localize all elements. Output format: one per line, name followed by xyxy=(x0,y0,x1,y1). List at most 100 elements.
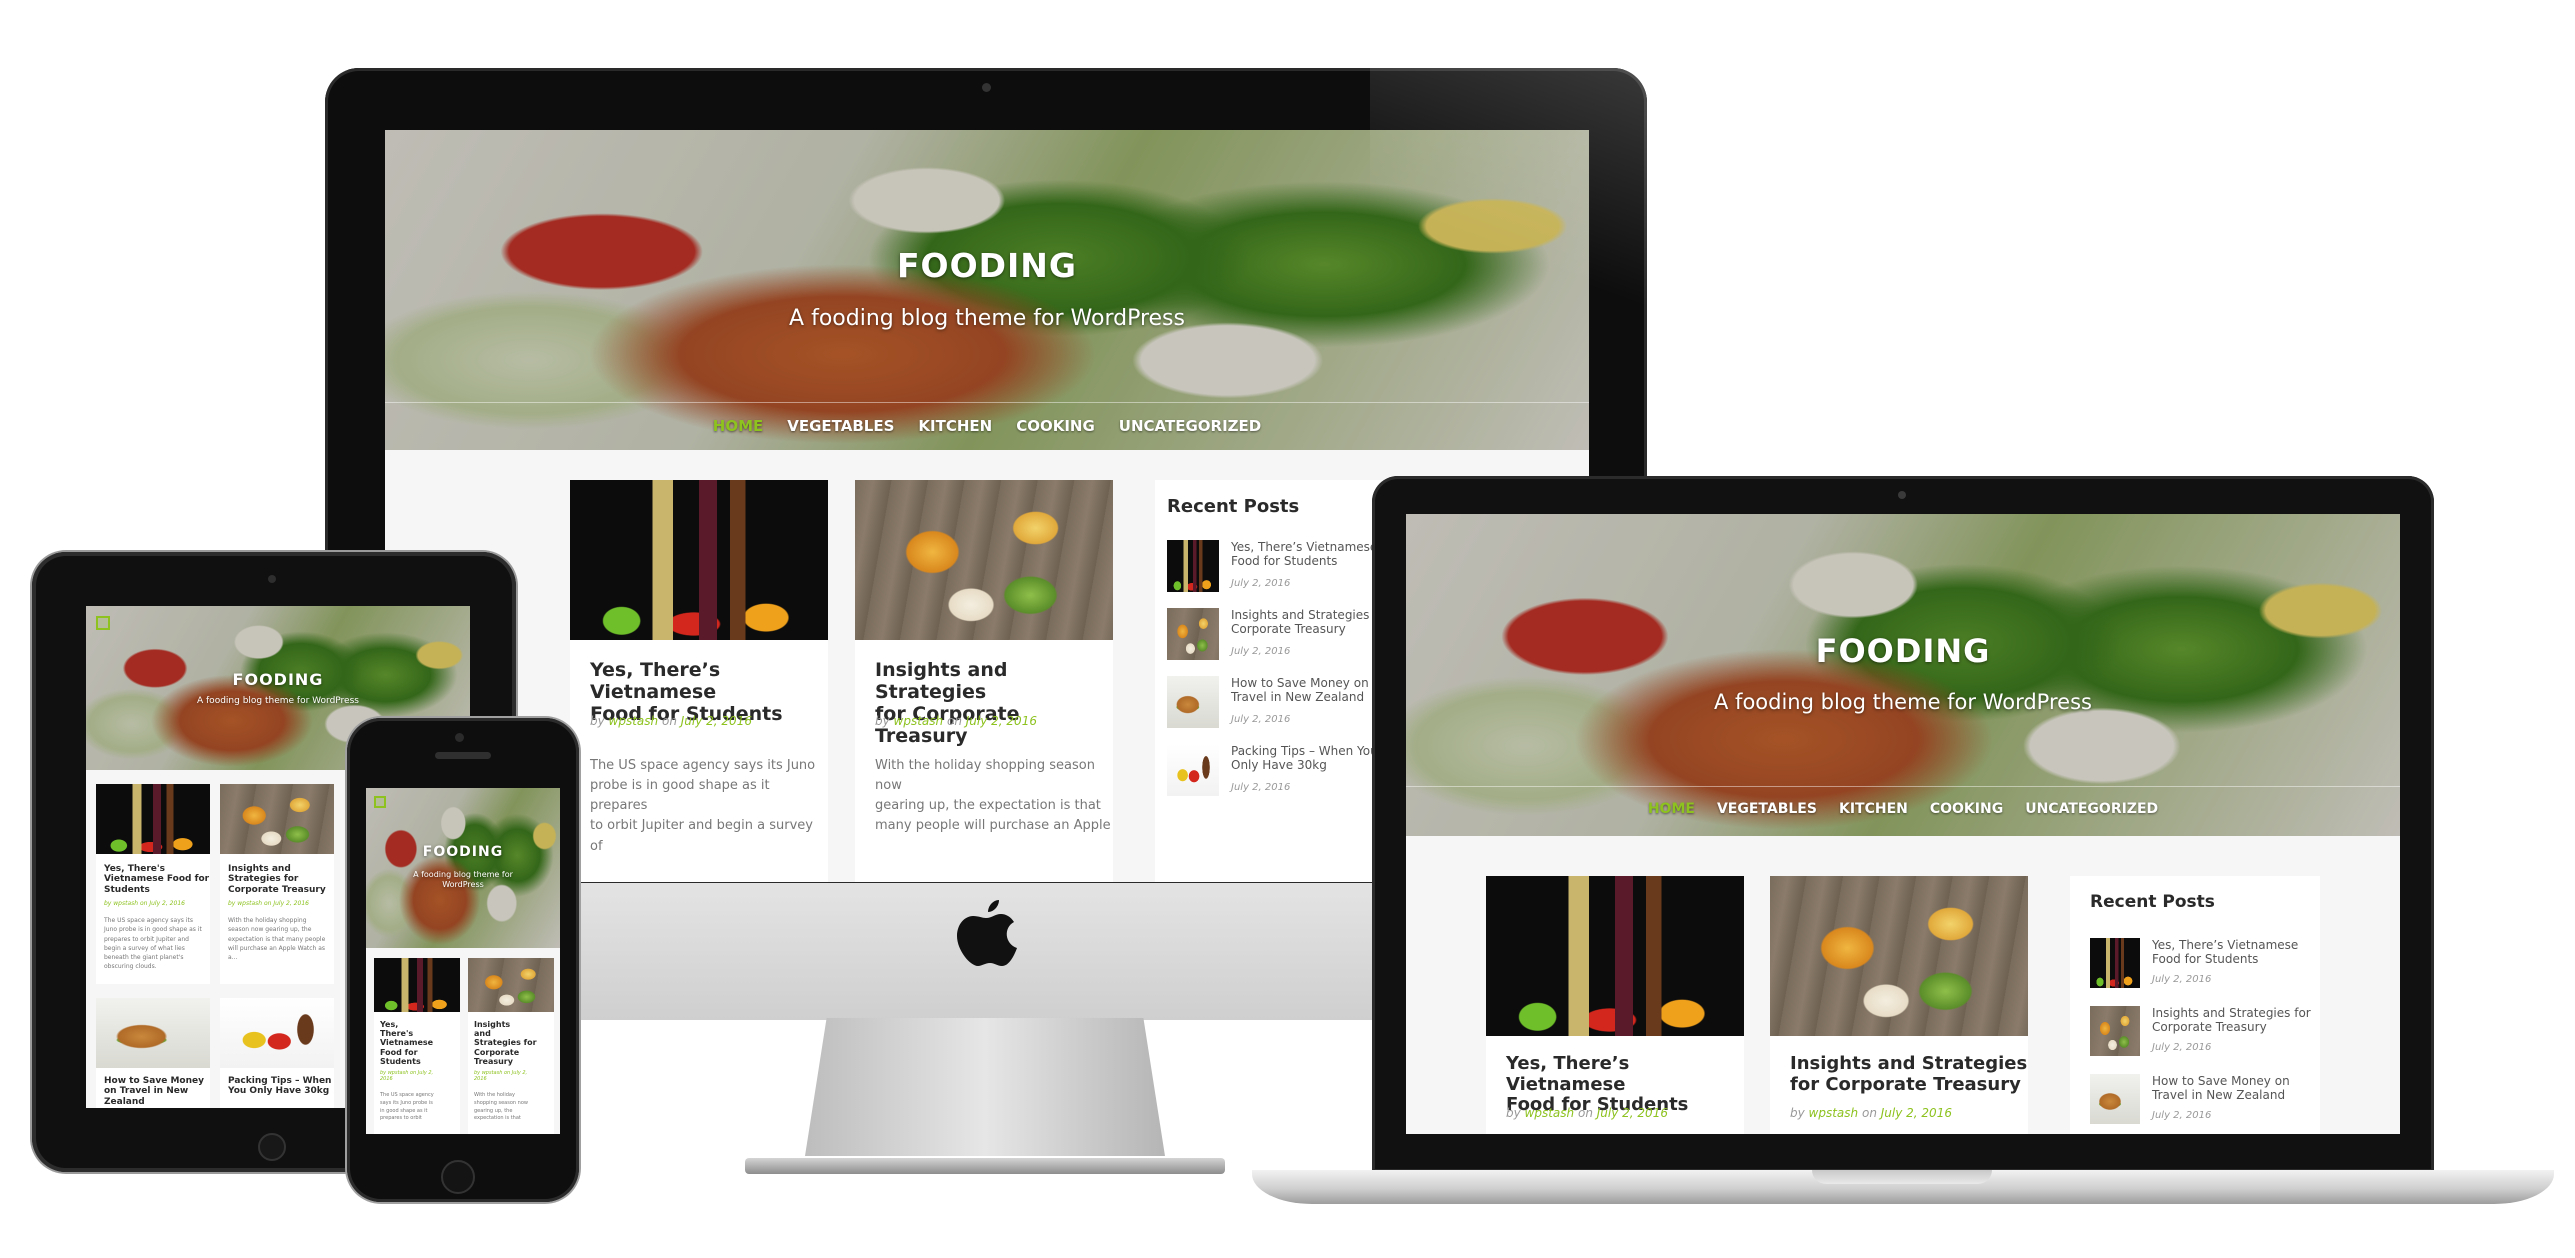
nav-item-uncategorized[interactable]: UNCATEGORIZED xyxy=(2025,801,2158,836)
post-thumbnail[interactable] xyxy=(570,480,828,640)
post-card[interactable]: Insights and Strategies for Corporate Tre… xyxy=(855,480,1113,882)
recent-post-thumb[interactable] xyxy=(1167,540,1219,592)
site-title[interactable]: FOODING xyxy=(86,670,470,689)
nav-item-home[interactable]: HOME xyxy=(713,417,763,450)
nav-item-kitchen[interactable]: KITCHEN xyxy=(918,417,992,450)
post-card[interactable]: Packing Tips – When You Only Have 30kg xyxy=(220,998,334,1108)
recent-posts-widget: Recent Posts Yes, There’s Vietnamese Food… xyxy=(2070,876,2320,1134)
post-thumbnail[interactable] xyxy=(374,958,460,1012)
post-title[interactable]: How to Save Money on Travel in New Zealand xyxy=(104,1076,204,1107)
site-tagline: A fooding blog theme for WordPress xyxy=(197,696,359,706)
phone-speaker xyxy=(435,752,491,759)
recent-post-thumb[interactable] xyxy=(1167,608,1219,660)
recent-post-date: July 2, 2016 xyxy=(2152,1110,2212,1121)
post-thumbnail[interactable] xyxy=(855,480,1113,640)
recent-post-date: July 2, 2016 xyxy=(1231,714,1291,725)
laptop-opening-notch xyxy=(1812,1170,1992,1184)
recent-post-title[interactable]: How to Save Money on Travel in New Zealan… xyxy=(2152,1074,2290,1103)
post-card[interactable]: Insights and Strategies for Corporate Trea… xyxy=(220,784,334,984)
nav-item-vegetables[interactable]: VEGETABLES xyxy=(787,417,894,450)
recent-post-thumb[interactable] xyxy=(2090,938,2140,988)
tablet-home-button[interactable] xyxy=(258,1133,286,1161)
post-title[interactable]: Yes, There's Vietnamese Food for Students xyxy=(380,1020,433,1066)
recent-post-title[interactable]: How to Save Money on Travel in New Zealan… xyxy=(1231,676,1369,705)
recent-post-item[interactable]: How to Save Money on Travel in New Zealan… xyxy=(2070,1074,2320,1134)
recent-post-item[interactable]: Yes, There’s Vietnamese Food for Students… xyxy=(2070,938,2320,998)
recent-post-item[interactable]: Insights and Strategies for Corporate Tre… xyxy=(2070,1006,2320,1066)
recent-post-thumb[interactable] xyxy=(2090,1074,2140,1124)
nav-item-kitchen[interactable]: KITCHEN xyxy=(1839,801,1908,836)
main-content: Yes, There’s Vietnamese Food for Students… xyxy=(1406,836,2400,1134)
post-card[interactable]: Yes, There's Vietnamese Food for Students by… xyxy=(374,958,460,1134)
post-thumbnail[interactable] xyxy=(220,998,334,1068)
nav-item-cooking[interactable]: COOKING xyxy=(1016,417,1095,450)
laptop-screen: FOODING A fooding blog theme for WordPre… xyxy=(1406,514,2400,1134)
recent-post-title[interactable]: Insights and Strategies for Corporate Tre… xyxy=(1231,608,1390,637)
recent-post-date: July 2, 2016 xyxy=(1231,782,1291,793)
post-author[interactable]: wpstash xyxy=(1525,1106,1575,1120)
post-card[interactable]: Yes, There’s Vietnamese Food for Students… xyxy=(1486,876,1744,1134)
post-thumbnail[interactable] xyxy=(96,784,210,854)
post-thumbnail[interactable] xyxy=(1486,876,1744,1036)
nav-item-vegetables[interactable]: VEGETABLES xyxy=(1717,801,1817,836)
post-excerpt: With the holiday shopping season now gear… xyxy=(875,758,1111,834)
post-title[interactable]: Insights and Strategies for Corporate Tre… xyxy=(1790,1053,2027,1095)
site-tagline: A fooding blog theme for WordPress xyxy=(413,870,513,890)
site-header: FOODING A fooding blog theme for WordPre… xyxy=(385,130,1589,450)
post-card[interactable]: Insights and Strategies for Corporate Tre… xyxy=(1770,876,2028,1134)
nav-item-home[interactable]: HOME xyxy=(1648,801,1695,836)
post-title[interactable]: Insights and Strategies for Corporate Trea… xyxy=(228,864,326,895)
post-meta: by wpstash on July 2, 2016 xyxy=(1790,1106,1952,1120)
post-thumbnail[interactable] xyxy=(468,958,554,1012)
post-date[interactable]: July 2, 2016 xyxy=(1881,1106,1952,1120)
nav-item-uncategorized[interactable]: UNCATEGORIZED xyxy=(1119,417,1261,450)
post-thumbnail[interactable] xyxy=(1770,876,2028,1036)
recent-post-thumb[interactable] xyxy=(2090,1006,2140,1056)
post-date[interactable]: July 2, 2016 xyxy=(966,714,1037,728)
post-excerpt: With the holiday shopping season now gear… xyxy=(228,917,326,962)
phone-home-button[interactable] xyxy=(441,1160,475,1194)
nav-item-cooking[interactable]: COOKING xyxy=(1930,801,2003,836)
recent-post-title[interactable]: Yes, There’s Vietnamese Food for Students xyxy=(1231,540,1377,569)
post-title[interactable]: Packing Tips – When You Only Have 30kg xyxy=(228,1076,331,1097)
main-content: Yes, There's Vietnamese Food for Students by… xyxy=(366,948,560,1134)
post-thumbnail[interactable] xyxy=(96,998,210,1068)
post-meta: by wpstash on July 2, 2016 xyxy=(590,714,752,728)
menu-toggle-icon[interactable] xyxy=(96,616,110,630)
apple-logo-icon xyxy=(957,900,1017,966)
site-title[interactable]: FOODING xyxy=(1406,632,2400,670)
post-card[interactable]: Yes, There’s Vietnamese Food for Students… xyxy=(570,480,828,882)
post-meta: by wpstash on July 2, 2016 xyxy=(875,714,1037,728)
widget-title: Recent Posts xyxy=(1167,496,1300,517)
recent-post-thumb[interactable] xyxy=(1167,744,1219,796)
post-author[interactable]: wpstash xyxy=(894,714,944,728)
post-author[interactable]: wpstash xyxy=(609,714,659,728)
tablet-camera xyxy=(268,575,276,583)
site-title[interactable]: FOODING xyxy=(366,844,560,860)
laptop-display: FOODING A fooding blog theme for WordPre… xyxy=(1372,476,2434,1172)
post-card[interactable]: How to Save Money on Travel in New Zealand xyxy=(96,998,210,1108)
recent-post-title[interactable]: Yes, There’s Vietnamese Food for Students xyxy=(2152,938,2298,967)
post-date[interactable]: July 2, 2016 xyxy=(681,714,752,728)
recent-post-title[interactable]: Insights and Strategies for Corporate Tre… xyxy=(2152,1006,2311,1035)
recent-post-thumb[interactable] xyxy=(1167,676,1219,728)
recent-post-title[interactable]: Packing Tips – When You Only Have 30kg xyxy=(1231,744,1378,773)
post-title[interactable]: Insights and Strategies for Corporate Treasu… xyxy=(474,1020,537,1066)
post-title[interactable]: Insights and Strategies for Corporate Tre… xyxy=(875,659,1113,747)
post-title[interactable]: Yes, There's Vietnamese Food for Students xyxy=(104,864,209,895)
recent-post-date: July 2, 2016 xyxy=(2152,974,2212,985)
site-title[interactable]: FOODING xyxy=(385,246,1589,285)
post-author[interactable]: wpstash xyxy=(1809,1106,1859,1120)
post-meta: by wpstash on July 2, 2016 xyxy=(228,900,309,907)
post-card[interactable]: Yes, There's Vietnamese Food for Students … xyxy=(96,784,210,984)
post-meta: by wpstash on July 2, 2016 xyxy=(1506,1106,1668,1120)
menu-toggle-icon[interactable] xyxy=(374,796,386,808)
post-card[interactable]: Insights and Strategies for Corporate Treasu… xyxy=(468,958,554,1134)
imac-camera xyxy=(982,83,991,92)
post-excerpt: The US space agency says its Juno probe i… xyxy=(380,1092,434,1122)
laptop-camera xyxy=(1898,491,1906,499)
site-tagline: A fooding blog theme for WordPress xyxy=(789,306,1185,331)
post-date[interactable]: July 2, 2016 xyxy=(1597,1106,1668,1120)
post-thumbnail[interactable] xyxy=(220,784,334,854)
phone-screen: FOODING A fooding blog theme for WordPres… xyxy=(366,788,560,1134)
